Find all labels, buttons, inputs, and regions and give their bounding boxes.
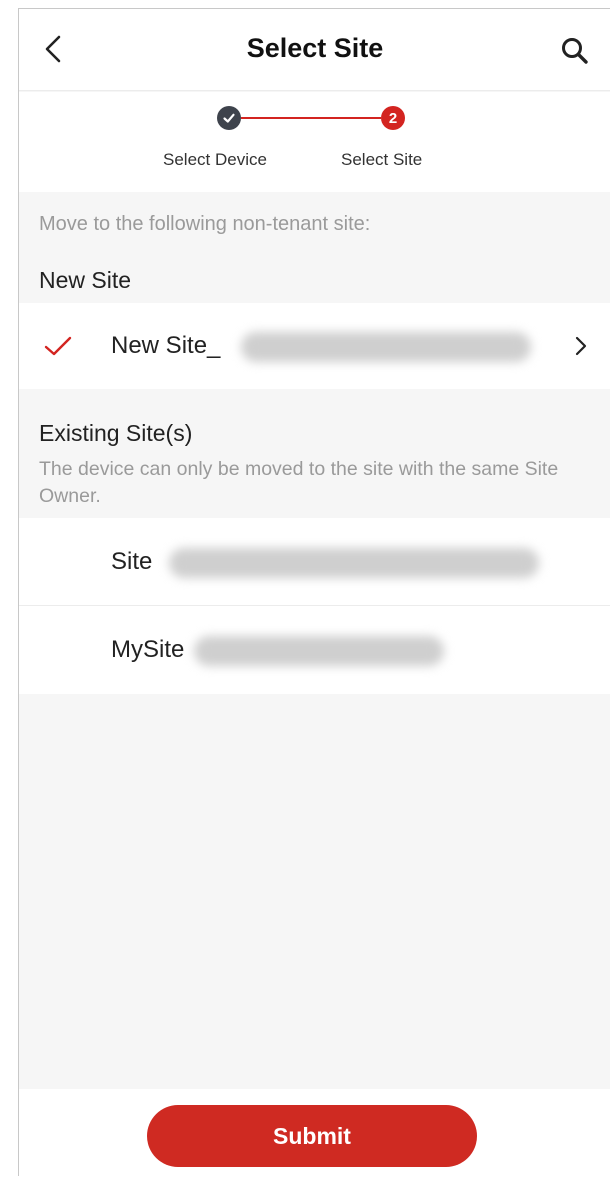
new-site-option[interactable]: New Site_	[19, 303, 610, 389]
bottom-action-bar: Submit	[19, 1089, 610, 1176]
new-site-label: New Site_	[111, 332, 221, 359]
step-label-select-device: Select Device	[163, 150, 267, 169]
step-completed-marker	[217, 106, 241, 130]
redacted-text	[241, 332, 531, 362]
existing-sites-note: The device can only be moved to the site…	[39, 458, 559, 507]
step-connector	[241, 117, 381, 119]
chevron-right-icon	[575, 336, 587, 356]
app-screen: Select Site 2 Select Device Select Site …	[18, 8, 610, 1176]
site-item-label: Site	[111, 548, 153, 575]
search-icon	[562, 38, 588, 64]
top-bar: Select Site	[19, 9, 610, 91]
move-hint: Move to the following non-tenant site:	[39, 213, 371, 235]
progress-stepper: 2 Select Device Select Site	[19, 92, 610, 192]
submit-button[interactable]: Submit	[147, 1105, 477, 1167]
check-icon	[223, 113, 235, 123]
page-title: Select Site	[246, 33, 384, 63]
redacted-text	[169, 548, 539, 578]
step-active-marker: 2	[381, 106, 405, 130]
existing-site-item[interactable]: Site	[19, 518, 610, 606]
check-icon	[44, 336, 72, 356]
existing-sites-heading: Existing Site(s)	[39, 420, 193, 446]
existing-site-item[interactable]: MySite	[19, 606, 610, 694]
new-site-heading: New Site	[39, 267, 132, 293]
site-item-label: MySite	[111, 636, 185, 663]
search-button[interactable]	[559, 35, 591, 67]
step-label-select-site: Select Site	[341, 150, 423, 169]
redacted-text	[194, 636, 444, 666]
